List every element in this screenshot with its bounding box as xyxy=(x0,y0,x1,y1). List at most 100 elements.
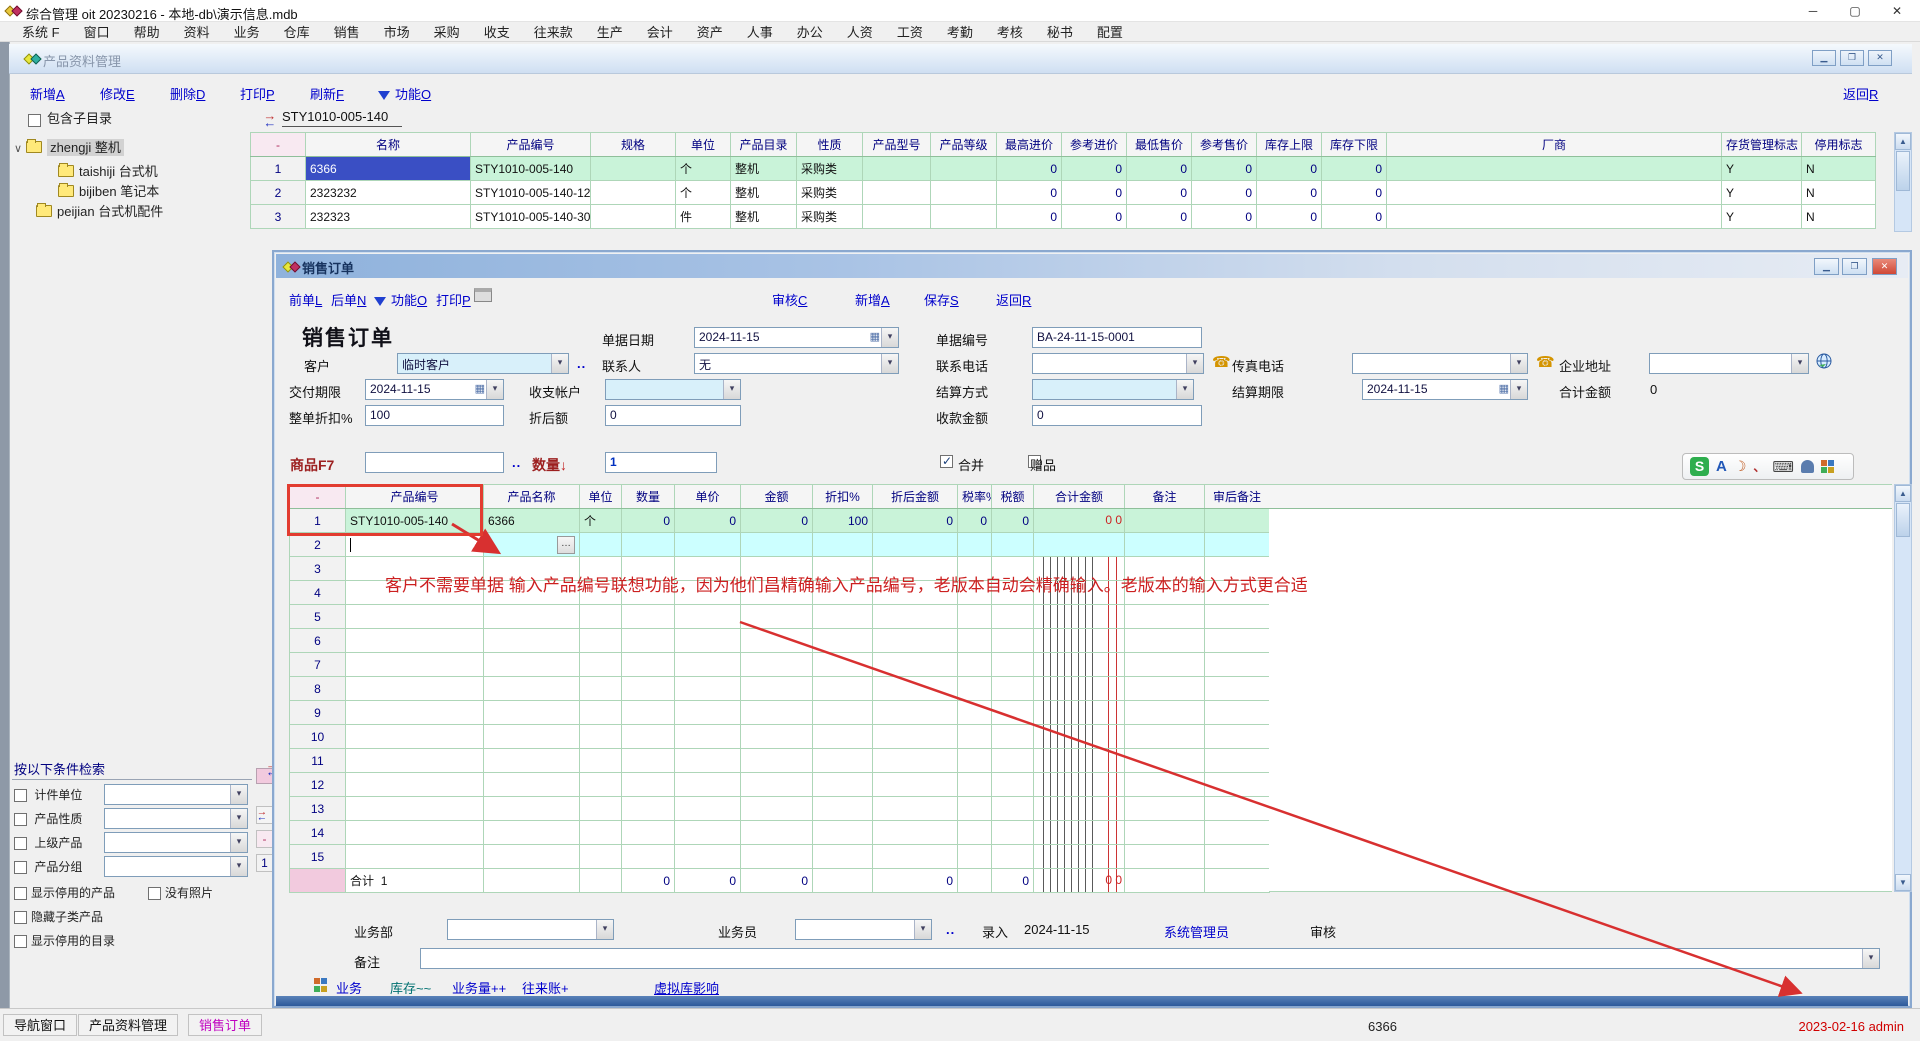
address-select[interactable]: ▾ xyxy=(1649,353,1809,374)
filter-code[interactable]: STY1010-005-140 xyxy=(282,109,402,127)
table-row[interactable]: 3232323STY1010-005-140-300件整机采购类000000YN xyxy=(251,205,1876,229)
add-button[interactable]: 新增A xyxy=(30,84,65,103)
menu-item[interactable]: 销售 xyxy=(322,22,372,41)
menu-item[interactable]: 采购 xyxy=(422,22,472,41)
contact-select[interactable]: 无▾ xyxy=(694,353,899,374)
detail-table-scrollbar[interactable]: ▲ ▼ xyxy=(1894,484,1912,892)
settle-term-picker[interactable]: 2024-11-15▦▾ xyxy=(1362,379,1528,400)
menu-item[interactable]: 市场 xyxy=(372,22,422,41)
detail-row[interactable]: 6 xyxy=(290,629,1270,653)
detail-row[interactable]: 11 xyxy=(290,749,1270,773)
tab-nav-window[interactable]: 导航窗口 xyxy=(3,1014,77,1036)
print-button[interactable]: 打印P xyxy=(240,84,275,103)
save-button[interactable]: 保存S xyxy=(924,290,959,309)
menu-item[interactable]: 收支 xyxy=(472,22,522,41)
menu-item[interactable]: 帮助 xyxy=(122,22,172,41)
nature-filter-select[interactable]: ▾ xyxy=(104,808,248,829)
prev-order-button[interactable]: 前单L xyxy=(289,290,322,309)
restore-icon[interactable]: ❐ xyxy=(1840,50,1864,66)
person-icon[interactable] xyxy=(1801,460,1814,473)
volume-link[interactable]: 业务量++ xyxy=(452,978,506,997)
close-icon[interactable]: ✕ xyxy=(1872,258,1897,275)
audit-button[interactable]: 审核C xyxy=(772,290,807,309)
swap-icon[interactable]: →← xyxy=(263,112,281,128)
delete-button[interactable]: 删除D xyxy=(170,84,205,103)
merge-checkbox[interactable] xyxy=(940,455,953,468)
menu-item[interactable]: 考核 xyxy=(985,22,1035,41)
table-row[interactable]: 16366STY1010-005-140个整机采购类000000YN xyxy=(251,157,1876,181)
goods-code-input[interactable] xyxy=(365,452,504,473)
maximize-button[interactable]: ▢ xyxy=(1838,2,1872,20)
sogou-icon[interactable]: S xyxy=(1690,457,1709,476)
menu-item[interactable]: 秘书 xyxy=(1035,22,1085,41)
unit-filter-checkbox[interactable] xyxy=(14,789,27,802)
menu-item[interactable]: 人事 xyxy=(735,22,785,41)
ellipsis-button[interactable]: … xyxy=(557,536,575,554)
detail-row[interactable]: 9 xyxy=(290,701,1270,725)
function-button[interactable]: 功能O xyxy=(374,290,427,309)
menu-item[interactable]: 人资 xyxy=(835,22,885,41)
detail-row[interactable]: 12 xyxy=(290,773,1270,797)
close-button[interactable]: ✕ xyxy=(1880,2,1914,20)
delivery-date-picker[interactable]: 2024-11-15▦▾ xyxy=(365,379,504,400)
scroll-up-icon[interactable]: ▲ xyxy=(1895,133,1911,150)
print-button[interactable]: 打印P xyxy=(436,290,471,309)
account-link[interactable]: 往来账+ xyxy=(522,978,569,997)
menu-item[interactable]: 业务 xyxy=(222,22,272,41)
moon-icon[interactable]: ☽ xyxy=(1734,458,1747,475)
qty-input[interactable]: 1 xyxy=(605,452,717,473)
tree-item-taishiji[interactable]: taishiji 台式机 xyxy=(58,161,158,180)
tab-sales-order[interactable]: 销售订单 xyxy=(188,1014,262,1036)
globe-icon[interactable] xyxy=(1815,352,1833,370)
parent-filter-checkbox[interactable] xyxy=(14,837,27,850)
detail-row[interactable]: 8 xyxy=(290,677,1270,701)
menu-item[interactable]: 往来款 xyxy=(522,22,585,41)
goods-browse-button[interactable]: .. xyxy=(512,455,521,470)
detail-row-editing[interactable]: 2… xyxy=(290,533,1270,557)
discount-field[interactable]: 100 xyxy=(365,405,504,426)
group-filter-checkbox[interactable] xyxy=(14,861,27,874)
tree-item-zhengji[interactable]: ∨zhengji 整机 xyxy=(14,137,124,156)
keyboard-icon[interactable]: ⌨ xyxy=(1772,458,1794,476)
menu-item[interactable]: 会计 xyxy=(635,22,685,41)
table-row[interactable]: 22323232STY1010-005-140-120个整机采购类000000Y… xyxy=(251,181,1876,205)
detail-row[interactable]: 14 xyxy=(290,821,1270,845)
tree-item-bijiben[interactable]: bijiben 笔记本 xyxy=(58,181,159,200)
latin-mode-icon[interactable]: A xyxy=(1716,458,1727,475)
business-link[interactable]: 业务 xyxy=(336,978,362,997)
tree-item-peijian[interactable]: peijian 台式机配件 xyxy=(36,201,163,220)
menu-item[interactable]: 办公 xyxy=(785,22,835,41)
hide-subclass-option[interactable]: 隐藏子类产品 xyxy=(14,908,103,925)
back-button[interactable]: 返回R xyxy=(996,290,1031,309)
doc-no-field[interactable]: BA-24-11-15-0001 xyxy=(1032,327,1202,348)
menu-item[interactable]: 工资 xyxy=(885,22,935,41)
menu-item[interactable]: 资料 xyxy=(172,22,222,41)
clerk-browse-button[interactable]: .. xyxy=(946,922,955,937)
refresh-button[interactable]: 刷新F xyxy=(310,84,344,103)
menu-item[interactable]: 资产 xyxy=(685,22,735,41)
function-button[interactable]: 功能O xyxy=(378,84,431,103)
scroll-down-icon[interactable]: ▼ xyxy=(1895,874,1911,891)
side-strip-swap-icon[interactable]: →← xyxy=(256,806,273,824)
add-button[interactable]: 新增A xyxy=(855,290,890,309)
detail-row[interactable]: 13 xyxy=(290,797,1270,821)
product-table-scrollbar[interactable]: ▲ xyxy=(1894,132,1912,232)
phone-select[interactable]: ▾ xyxy=(1032,353,1204,374)
phone-icon[interactable]: ☎ xyxy=(1212,353,1231,371)
show-disabled-catalog-option[interactable]: 显示停用的目录 xyxy=(14,932,115,949)
entry-user-link[interactable]: 系统管理员 xyxy=(1164,922,1229,941)
group-filter-select[interactable]: ▾ xyxy=(104,856,248,877)
virtual-stock-link[interactable]: 虚拟库影响 xyxy=(654,978,719,997)
discounted-field[interactable]: 0 xyxy=(605,405,741,426)
menu-item[interactable]: 生产 xyxy=(585,22,635,41)
detail-row[interactable]: 7 xyxy=(290,653,1270,677)
menu-item[interactable]: 配置 xyxy=(1085,22,1135,41)
ime-menu-icon[interactable] xyxy=(1821,460,1835,474)
menu-item[interactable]: 系统 F xyxy=(10,22,72,41)
dialog-title-bar[interactable]: 销售订单 ▁ ❐ ✕ xyxy=(276,254,1908,278)
ime-toolbar[interactable]: S A ☽ 、 ⌨ xyxy=(1682,453,1854,480)
menu-item[interactable]: 考勤 xyxy=(935,22,985,41)
close-icon[interactable]: ✕ xyxy=(1868,50,1892,66)
unit-filter-select[interactable]: ▾ xyxy=(104,784,248,805)
next-order-button[interactable]: 后单N xyxy=(331,290,366,309)
